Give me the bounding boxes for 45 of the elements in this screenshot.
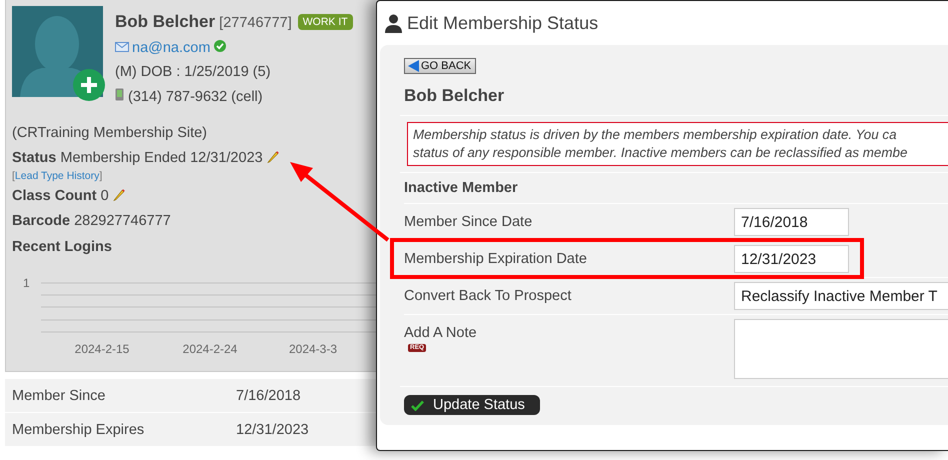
avatar-icon — [12, 6, 103, 97]
date-field[interactable]: 7/16/2018 — [734, 208, 849, 236]
row-value: 12/31/2023 — [236, 422, 309, 438]
go-back-button[interactable]: GO BACK — [404, 58, 476, 74]
section-title: Recent Logins — [12, 239, 112, 255]
update-status-button[interactable]: Update Status — [404, 395, 540, 415]
member-id: [27746777] — [219, 15, 292, 31]
field-label: Convert Back To Prospect — [404, 288, 572, 304]
phone-icon — [115, 88, 124, 101]
note-field[interactable] — [734, 319, 948, 379]
member-name: Bob Belcher — [115, 12, 216, 31]
person-icon — [385, 14, 402, 32]
back-arrow-icon — [407, 59, 420, 73]
dialog-title: Edit Membership Status — [407, 12, 598, 34]
prospect-dropdown[interactable]: Reclassify Inactive Member T — [734, 282, 948, 310]
section-title: Inactive Member — [404, 179, 519, 198]
envelope-icon — [115, 42, 129, 52]
member-name: Bob Belcher — [404, 86, 506, 106]
check-icon — [411, 400, 424, 410]
site-name: (CRTraining Membership Site) — [12, 125, 208, 141]
date-field[interactable]: 12/31/2023 — [734, 245, 849, 273]
notice-text: Membership status is driven by the members membership expiration date. You ca status of any responsible member. Inactive members can be reclassified as membe — [407, 122, 948, 166]
phone-number: (314) 787-9632 (cell) — [128, 89, 263, 105]
axis-label: 1 — [23, 276, 30, 290]
pencil-icon[interactable] — [266, 151, 279, 163]
field-label: Status — [12, 150, 56, 166]
field-value: 0 — [100, 188, 109, 204]
plus-icon — [80, 76, 98, 94]
bracket-text: [ — [12, 170, 15, 182]
bracket-text: ] — [99, 170, 102, 182]
row-value: 7/16/2018 — [236, 388, 301, 404]
dob-text: (M) DOB : 1/25/2019 (5) — [115, 64, 272, 80]
field-value: 282927746777 — [74, 213, 171, 229]
axis-label: 2024-2-15 — [74, 342, 130, 356]
axis-label: 2024-3-3 — [288, 342, 338, 356]
field-label: Barcode — [12, 213, 70, 229]
field-label: Membership Expiration Date — [404, 251, 587, 267]
field-label: Class Count — [12, 188, 97, 204]
row-label: Membership Expires — [12, 422, 146, 438]
row-label: Member Since — [12, 388, 106, 404]
axis-label: 2024-2-24 — [182, 342, 238, 356]
field-label: Member Since Date — [404, 214, 532, 230]
field-value: Membership Ended 12/31/2023 — [60, 150, 263, 166]
pencil-icon[interactable] — [112, 189, 125, 201]
field-label: Add A Note — [404, 325, 477, 341]
